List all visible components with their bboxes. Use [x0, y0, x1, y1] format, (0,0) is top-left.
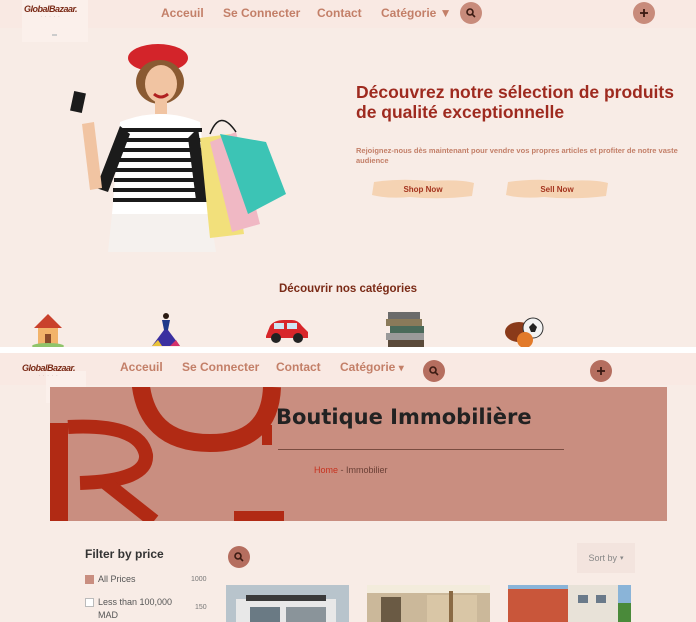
checkbox-checked[interactable] — [85, 575, 94, 585]
filter-option-label-line2: MAD — [98, 610, 118, 620]
search-button[interactable] — [423, 360, 445, 382]
nav-link-home[interactable]: Acceuil — [161, 6, 204, 20]
logo-text: GlobalBazaar. — [24, 4, 78, 14]
logo-tagline: · · · · · — [38, 373, 59, 378]
logo[interactable]: GlobalBazaar. · · · · · — [24, 4, 78, 19]
logo-container: GlobalBazaar. · · · · · — [22, 0, 88, 42]
dress-icon[interactable] — [148, 310, 184, 347]
category-banner: Boutique Immobilière Home - Immobilier — [50, 387, 667, 521]
logo-text: GlobalBazaar. — [22, 363, 76, 373]
sell-now-label: Sell Now — [540, 184, 574, 194]
nav-link-category[interactable]: Catégorie ▼ — [381, 6, 452, 20]
nav-link-category-label: Catégorie — [340, 360, 396, 374]
categories-title: Découvrir nos catégories — [278, 283, 418, 295]
breadcrumb-current: Immobilier — [346, 465, 388, 475]
hero-title: Découvrez notre sélection de produits de… — [356, 82, 674, 122]
search-icon — [234, 552, 244, 562]
nav-link-login[interactable]: Se Connecter — [223, 6, 300, 20]
filter-option-label: Less than 100,000 — [98, 597, 173, 607]
checkbox-unchecked[interactable] — [85, 598, 94, 608]
chevron-down-icon: ▾ — [398, 363, 404, 374]
filter-option-all-prices[interactable]: All Prices — [85, 574, 136, 585]
nav-link-home[interactable]: Acceuil — [120, 360, 163, 374]
add-button[interactable] — [633, 2, 655, 24]
logo[interactable]: GlobalBazaar. · · · · · — [22, 363, 76, 378]
breadcrumb-separator: - — [340, 465, 344, 475]
filter-title: Filter by price — [85, 547, 164, 561]
books-icon[interactable] — [384, 310, 428, 347]
product-search-button[interactable] — [228, 546, 250, 568]
sports-balls-icon[interactable] — [503, 310, 547, 347]
hero-subtitle: Rejoignez-nous dès maintenant pour vendr… — [356, 146, 678, 165]
car-icon[interactable] — [262, 310, 310, 347]
nav-link-category[interactable]: Catégorie ▾ — [340, 360, 404, 374]
add-button[interactable] — [590, 360, 612, 382]
filter-option-count: 1000 — [191, 576, 207, 583]
shop-page-section: GlobalBazaar. · · · · · Acceuil Se Conne… — [0, 353, 696, 622]
product-image-interior[interactable] — [367, 585, 490, 622]
home-page-section: GlobalBazaar. · · · · · Acceuil Se Conne… — [0, 0, 696, 347]
banner-divider — [278, 449, 564, 450]
filter-option-count: 150 — [195, 604, 207, 611]
filter-option-less-than-100000[interactable]: Less than 100,000 — [85, 597, 173, 608]
decorative-letters-graphic — [50, 387, 284, 521]
filter-option-label: All Prices — [98, 574, 136, 584]
breadcrumb: Home - Immobilier — [314, 465, 388, 475]
nav-link-contact[interactable]: Contact — [276, 360, 321, 374]
shop-now-button[interactable]: Shop Now — [370, 178, 476, 200]
product-image-apartment[interactable] — [508, 585, 631, 622]
search-icon — [466, 8, 476, 18]
search-icon — [429, 366, 439, 376]
house-icon[interactable] — [30, 310, 66, 347]
plus-icon — [640, 9, 648, 17]
plus-icon — [597, 367, 605, 375]
logo-decoration — [52, 34, 57, 36]
nav-link-contact[interactable]: Contact — [317, 6, 362, 20]
logo-tagline: · · · · · — [40, 14, 61, 19]
shop-now-label: Shop Now — [403, 184, 443, 194]
sort-dropdown[interactable]: Sort by ▾ — [577, 543, 635, 573]
nav-link-login[interactable]: Se Connecter — [182, 360, 259, 374]
hero-woman-shopping-image — [70, 44, 286, 252]
search-button[interactable] — [460, 2, 482, 24]
sort-label: Sort by — [588, 553, 617, 563]
chevron-down-icon: ▾ — [620, 555, 624, 562]
product-image-building[interactable] — [226, 585, 349, 622]
breadcrumb-home[interactable]: Home — [314, 465, 338, 475]
sell-now-button[interactable]: Sell Now — [504, 178, 610, 200]
banner-title: Boutique Immobilière — [276, 405, 532, 429]
